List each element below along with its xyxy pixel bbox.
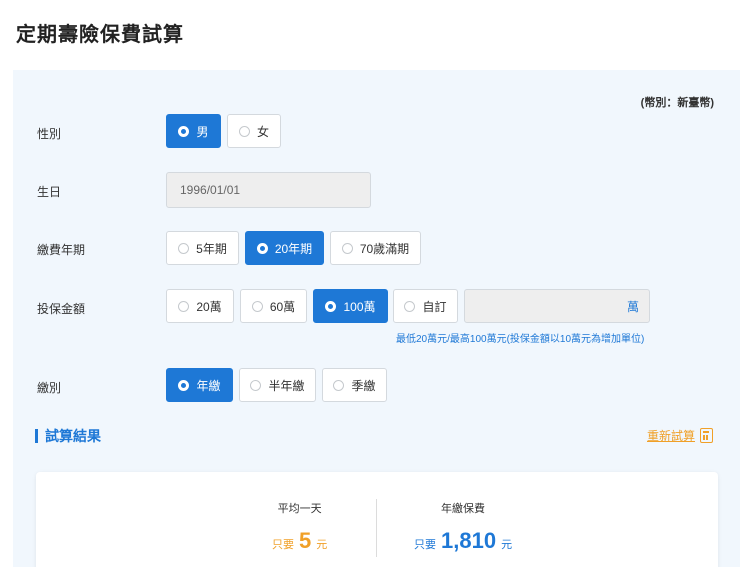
amount-option-custom[interactable]: 自訂 — [393, 289, 458, 323]
daily-value: 5 — [299, 528, 312, 553]
mode-option-semiannual[interactable]: 半年繳 — [239, 368, 316, 402]
radio-icon — [238, 125, 250, 137]
radio-icon — [178, 125, 190, 137]
amount-option-20[interactable]: 20萬 — [166, 289, 234, 323]
term-option-20y[interactable]: 20年期 — [245, 231, 324, 265]
daily-result: 平均一天 只要 5 元 — [272, 500, 327, 554]
annual-value-line: 只要 1,810 元 — [414, 528, 512, 554]
option-label: 男 — [196, 124, 209, 139]
custom-amount-input[interactable]: 萬 — [464, 289, 650, 323]
term-option-70[interactable]: 70歲滿期 — [330, 231, 421, 265]
option-label: 自訂 — [422, 299, 447, 314]
radio-icon — [256, 242, 268, 254]
annual-result: 年繳保費 只要 1,810 元 — [414, 500, 512, 554]
payment-term-label: 繳費年期 — [37, 243, 86, 257]
amount-option-60[interactable]: 60萬 — [240, 289, 307, 323]
result-title: 試算結果 — [45, 428, 101, 444]
result-divider — [376, 499, 377, 557]
radio-icon — [333, 379, 345, 391]
option-label: 60萬 — [269, 299, 296, 314]
birthday-label: 生日 — [37, 185, 62, 199]
option-label: 70歲滿期 — [359, 241, 410, 256]
term-option-5y[interactable]: 5年期 — [166, 231, 239, 265]
annual-value: 1,810 — [441, 528, 497, 553]
currency-note: (幣別：新臺幣) — [640, 97, 714, 109]
option-label: 5年期 — [196, 241, 227, 256]
amount-option-100[interactable]: 100萬 — [313, 289, 388, 323]
mode-option-quarterly[interactable]: 季繳 — [322, 368, 387, 402]
daily-label: 平均一天 — [277, 503, 322, 515]
custom-amount-unit: 萬 — [626, 299, 639, 314]
radio-icon — [178, 242, 190, 254]
gender-option-male[interactable]: 男 — [166, 114, 221, 148]
radio-icon — [251, 300, 263, 312]
recalc-label: 重新試算 — [647, 429, 696, 443]
payment-mode-label: 繳別 — [37, 381, 62, 395]
radio-icon — [250, 379, 262, 391]
annual-label: 年繳保費 — [441, 503, 486, 515]
option-label: 女 — [256, 124, 269, 139]
gender-option-female[interactable]: 女 — [227, 114, 281, 148]
calculator-panel: (幣別：新臺幣) 性別 男 女 生日 1996/01/01 繳費年期 5年期 2… — [13, 70, 740, 567]
radio-icon — [325, 300, 337, 312]
option-label: 20萬 — [196, 299, 222, 314]
option-label: 年繳 — [196, 378, 221, 393]
mode-option-annual[interactable]: 年繳 — [166, 368, 233, 402]
radio-icon — [178, 300, 190, 312]
radio-icon — [341, 242, 353, 254]
recalc-button[interactable]: 重新試算 — [647, 427, 714, 444]
option-label: 20年期 — [274, 241, 313, 256]
radio-icon — [178, 379, 190, 391]
birthday-field[interactable]: 1996/01/01 — [166, 172, 371, 208]
section-marker — [35, 429, 38, 443]
page-title: 定期壽險保費試算 — [16, 24, 184, 46]
option-label: 100萬 — [343, 299, 376, 314]
option-label: 半年繳 — [268, 378, 305, 393]
calculator-icon — [700, 428, 714, 443]
radio-icon — [404, 300, 416, 312]
annual-prefix: 只要 — [414, 539, 436, 551]
daily-unit: 元 — [316, 539, 328, 551]
amount-hint: 最低20萬元/最高100萬元(投保金額以10萬元為增加單位) — [396, 334, 645, 345]
gender-label: 性別 — [37, 127, 62, 141]
annual-unit: 元 — [501, 539, 513, 551]
result-header: 試算結果 — [35, 426, 101, 446]
daily-prefix: 只要 — [272, 539, 294, 551]
option-label: 季繳 — [351, 378, 376, 393]
result-card: 平均一天 只要 5 元 年繳保費 只要 1,810 元 — [36, 472, 718, 567]
insured-amount-label: 投保金額 — [37, 302, 86, 316]
daily-value-line: 只要 5 元 — [272, 528, 327, 554]
